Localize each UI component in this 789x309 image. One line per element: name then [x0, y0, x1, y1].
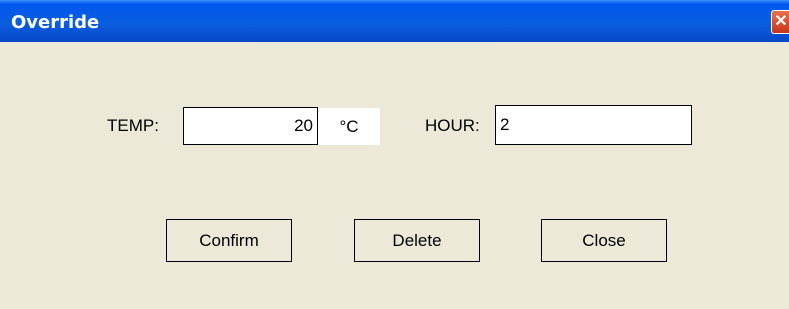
title-bar[interactable]: Override ✕	[0, 0, 789, 42]
override-dialog: Override ✕ TEMP: 20 °C HOUR: 2 Confirm D…	[0, 0, 789, 309]
window-title: Override	[11, 12, 100, 33]
hour-label: HOUR:	[425, 116, 480, 135]
close-button[interactable]: Close	[541, 219, 667, 262]
delete-button[interactable]: Delete	[354, 219, 480, 262]
temp-input[interactable]: 20	[183, 107, 318, 145]
temp-label: TEMP:	[107, 116, 159, 135]
temp-value: 20	[294, 116, 313, 135]
temp-unit: °C	[318, 108, 380, 145]
close-window-icon[interactable]: ✕	[771, 10, 789, 34]
confirm-button[interactable]: Confirm	[166, 219, 292, 262]
hour-input[interactable]: 2	[495, 105, 692, 145]
dialog-body: TEMP: 20 °C HOUR: 2 Confirm Delete Close	[0, 42, 789, 309]
hour-value: 2	[500, 115, 510, 134]
